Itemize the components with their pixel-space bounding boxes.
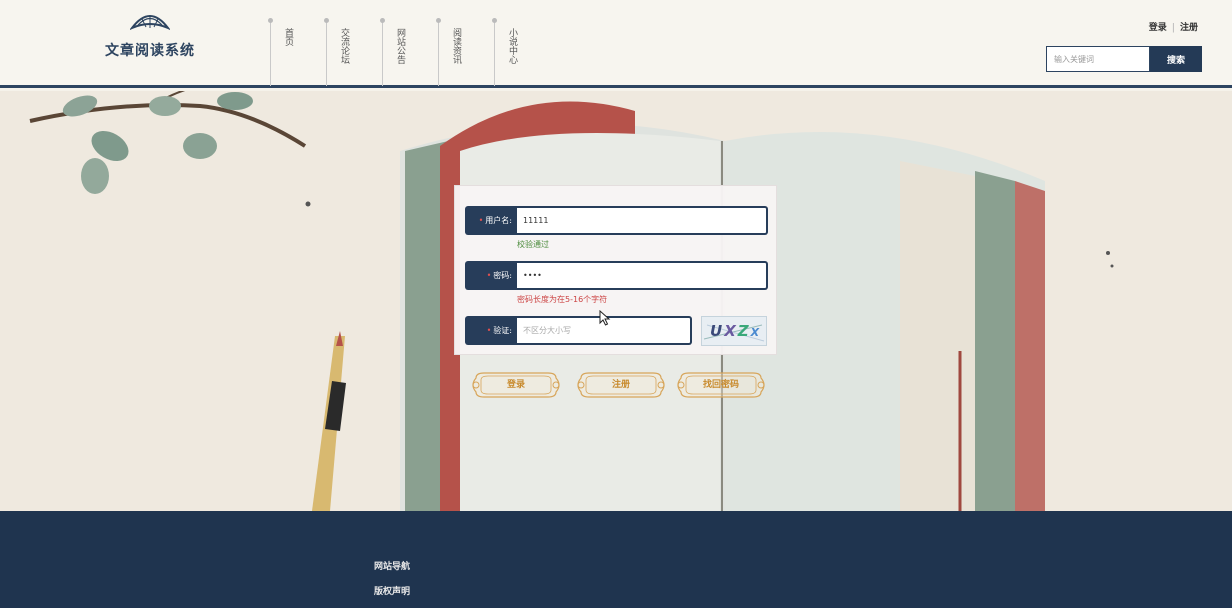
nav-item-novels[interactable]: 小说中心 <box>492 18 534 86</box>
username-label: • 用户名: <box>465 206 517 235</box>
nav-item-label: 网站公告 <box>395 28 405 64</box>
nav-dot-icon <box>492 18 497 23</box>
username-hint: 校验通过 <box>517 240 549 249</box>
nav-dot-icon <box>380 18 385 23</box>
nav-item-home[interactable]: 首页 <box>268 18 310 86</box>
header: 文章阅读系统 首页 交流论坛 网站公告 阅读资讯 小说中心 登录 | 注册 搜索 <box>0 0 1232 88</box>
mouse-cursor-icon <box>599 310 611 326</box>
username-input[interactable] <box>517 206 768 235</box>
nav-item-announcements[interactable]: 网站公告 <box>380 18 422 86</box>
footer-nav-link[interactable]: 网站导航 <box>374 559 410 572</box>
search-button[interactable]: 搜索 <box>1150 46 1202 72</box>
password-input[interactable] <box>517 261 768 290</box>
required-icon: • <box>478 216 484 225</box>
fan-logo-icon <box>128 15 172 31</box>
password-row: • 密码: <box>465 261 768 290</box>
captcha-label: • 验证: <box>465 316 517 345</box>
nav-item-label: 小说中心 <box>507 28 517 64</box>
nav-dot-icon <box>324 18 329 23</box>
required-icon: • <box>486 271 492 280</box>
nav-dot-icon <box>436 18 441 23</box>
password-label: • 密码: <box>465 261 517 290</box>
required-icon: • <box>486 326 492 335</box>
nav-dot-icon <box>268 18 273 23</box>
search-input[interactable] <box>1046 46 1150 72</box>
nav-item-label: 交流论坛 <box>339 28 349 64</box>
nav-item-forum[interactable]: 交流论坛 <box>324 18 366 86</box>
link-separator: | <box>1171 23 1175 33</box>
footer: 网站导航 版权声明 <box>0 511 1232 608</box>
captcha-code: UXZX <box>710 322 762 340</box>
nav-item-label: 首页 <box>283 28 293 46</box>
logo[interactable]: 文章阅读系统 <box>100 10 200 60</box>
nav-item-label: 阅读资讯 <box>451 28 461 64</box>
username-row: • 用户名: <box>465 206 768 235</box>
login-link[interactable]: 登录 <box>1149 23 1167 33</box>
register-link[interactable]: 注册 <box>1180 23 1198 33</box>
account-links: 登录 | 注册 <box>1149 20 1198 33</box>
captcha-image[interactable]: UXZX <box>701 316 767 346</box>
nav-item-news[interactable]: 阅读资讯 <box>436 18 478 86</box>
register-button[interactable]: 注册 <box>575 370 667 400</box>
recover-password-button[interactable]: 找回密码 <box>675 370 767 400</box>
app-title: 文章阅读系统 <box>105 43 195 59</box>
login-button[interactable]: 登录 <box>470 370 562 400</box>
footer-copyright-link[interactable]: 版权声明 <box>374 584 410 597</box>
login-panel: •用户名: 校验通过 •密码: 密码长度为在5-16个字符 •验证: UXZX <box>454 185 777 355</box>
password-hint: 密码长度为在5-16个字符 <box>517 295 608 304</box>
